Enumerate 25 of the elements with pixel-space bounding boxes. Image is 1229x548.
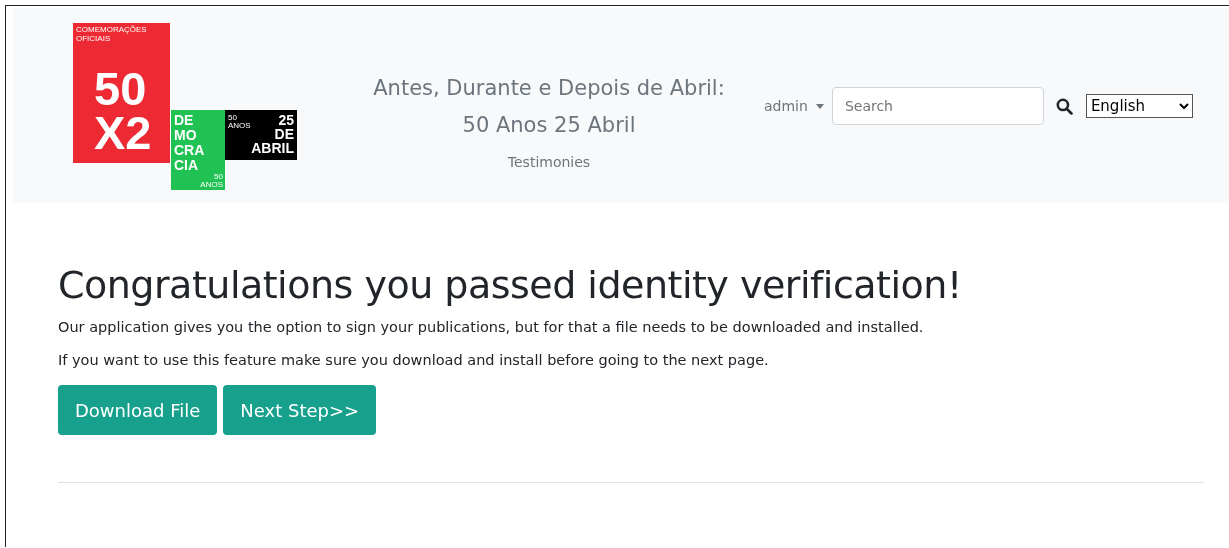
next-button[interactable]: Next Step>> — [223, 385, 377, 435]
language-select[interactable]: English — [1085, 94, 1193, 118]
logo-caption: 50 ANOS — [199, 173, 223, 189]
caret-icon — [815, 103, 824, 109]
logo-caption: 50 ANOS — [228, 114, 252, 130]
search-icon[interactable] — [1055, 97, 1073, 115]
logo-caption: COMEMORAÇÕES OFICIAIS — [76, 25, 148, 43]
paragraph: If you want to use this feature make sure you download and install before going to the next page. — [58, 352, 770, 368]
paragraph: Our application gives you the option to sign your publications, but for that a file needs to be downloaded and installed. — [58, 319, 925, 335]
logo-text: CIA — [174, 158, 200, 173]
logo-text: 50 — [94, 69, 147, 109]
search-field[interactable]: Search — [831, 87, 1044, 125]
logo-text: ABRIL — [251, 141, 294, 155]
site-title: Antes, Durante e Depois de Abril: — [372, 75, 726, 102]
user-menu[interactable]: admin — [764, 98, 824, 114]
site-subtitle: Testimonies — [506, 154, 592, 170]
logo-text: 25 — [278, 113, 294, 127]
logo-text: MO — [174, 128, 198, 143]
logo-text: DE — [174, 113, 195, 128]
page-heading: Congratulations you passed identity verification! — [58, 263, 963, 307]
site-title: 50 Anos 25 Abril — [461, 112, 637, 139]
download-button[interactable]: Download File — [58, 385, 218, 435]
logo-text: X2 — [94, 113, 152, 153]
logo-text: CRA — [174, 143, 206, 158]
logo-text: DE — [274, 127, 294, 141]
